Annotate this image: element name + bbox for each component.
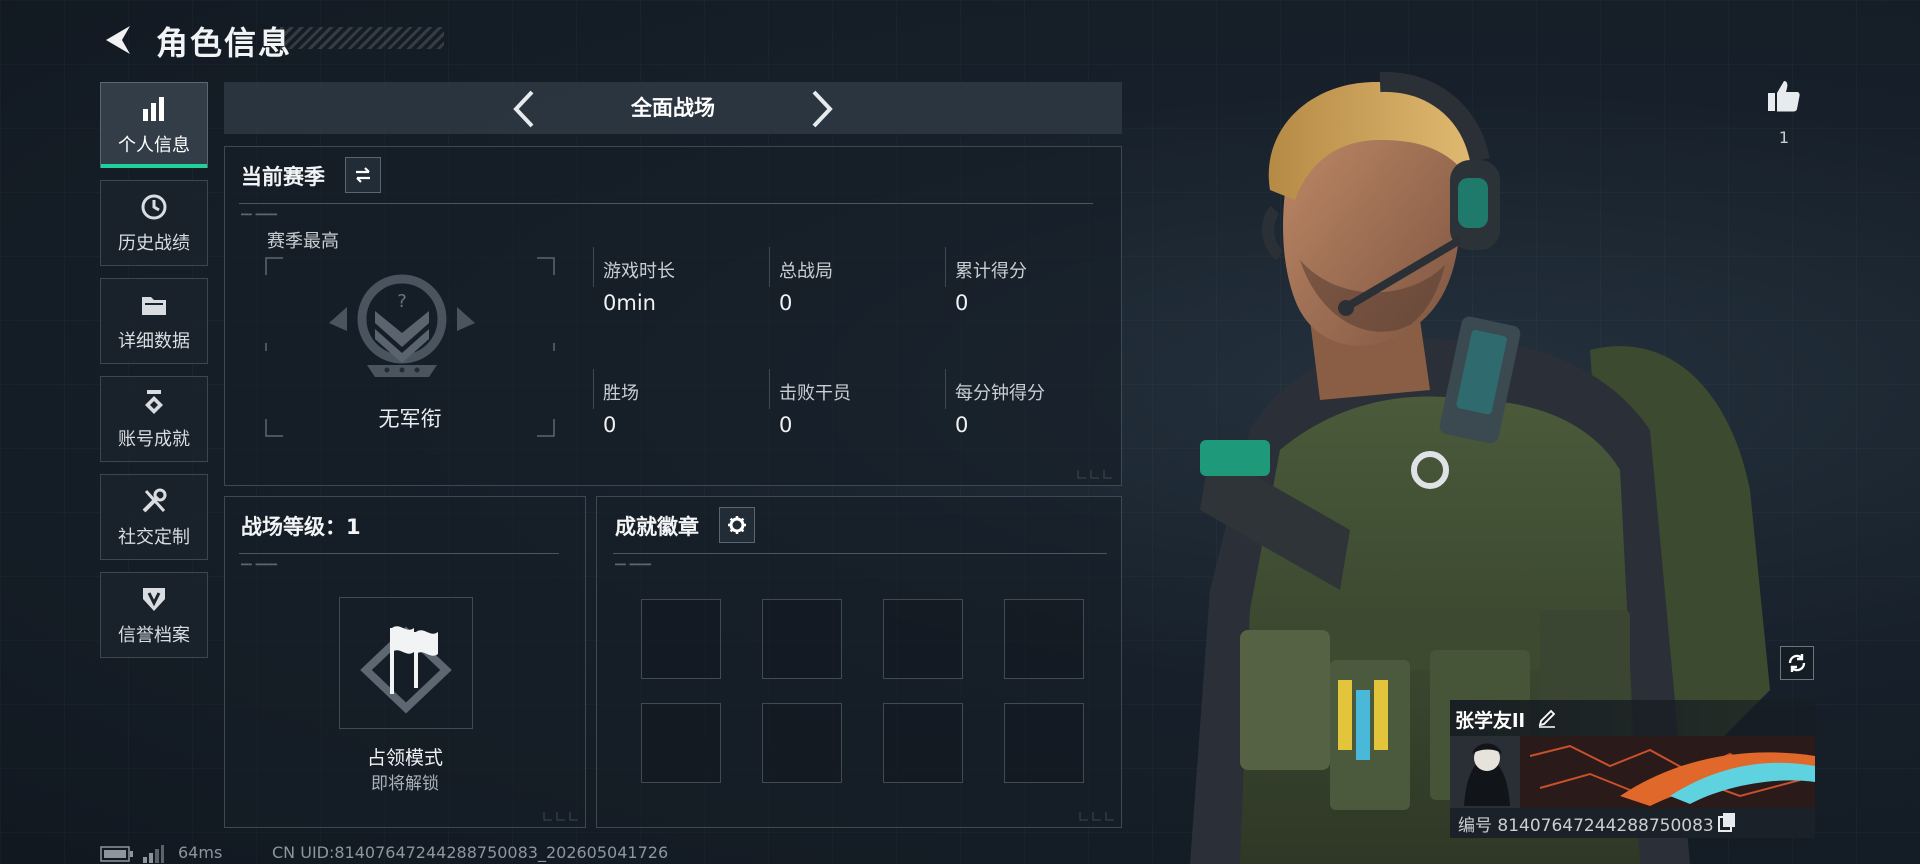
divider: [239, 203, 1093, 204]
badge-slot[interactable]: [762, 599, 842, 679]
sidebar-item-label: 个人信息: [118, 135, 190, 156]
namecard-banner: [1450, 736, 1815, 808]
mode-selector-label: 全面战场: [631, 96, 715, 120]
folder-icon: [142, 297, 166, 315]
stat-value: 0: [603, 413, 617, 437]
bar-chart-icon: [143, 97, 164, 121]
svg-text:?: ?: [397, 291, 407, 312]
badge-slot[interactable]: [1004, 599, 1084, 679]
edit-pencil-icon[interactable]: [1537, 708, 1557, 728]
signal-icon: [143, 845, 164, 863]
refresh-icon: [1788, 654, 1806, 672]
stat-label: 每分钟得分: [955, 383, 1045, 404]
chevron-right-icon[interactable]: [804, 88, 838, 130]
conquest-flag-icon: [360, 626, 452, 714]
badge-slot[interactable]: [1004, 703, 1084, 783]
rotate-view-button[interactable]: [1780, 646, 1814, 680]
sidebar-item-label: 详细数据: [118, 331, 190, 352]
season-title: 当前赛季: [241, 165, 325, 189]
stat-value: 0min: [603, 291, 656, 315]
decor-microtext: ▬▬▬ ▬▬▬▬▬▬: [241, 211, 278, 218]
stat-value: 0: [955, 291, 969, 315]
decor-microtext: ▬▬▬ ▬▬▬▬▬▬: [615, 561, 652, 568]
sidebar-item-detailed-data[interactable]: 详细数据: [100, 278, 208, 364]
stat-divider: [945, 369, 946, 409]
stat-label: 游戏时长: [603, 261, 675, 282]
corner-decoration: [1077, 470, 1112, 479]
badge-slot[interactable]: [883, 703, 963, 783]
stat-divider: [769, 247, 770, 287]
achievement-badges-panel: 成就徽章 ▬▬▬ ▬▬▬▬▬▬: [596, 496, 1122, 828]
rank-emblem-icon: ?: [329, 274, 475, 377]
mode-badge-frame: [339, 597, 473, 729]
stat-value: 0: [779, 291, 793, 315]
stat-value: 0: [779, 413, 793, 437]
badge-slot[interactable]: [762, 703, 842, 783]
sidebar-item-history[interactable]: 历史战绩: [100, 180, 208, 266]
rank-name: 无军衔: [378, 407, 442, 431]
swap-arrows-icon: [356, 167, 370, 183]
player-id: 编号 81407647244288750083: [1458, 816, 1714, 836]
achievement-title: 成就徽章: [615, 515, 699, 539]
sidebar-item-social-customization[interactable]: 社交定制: [100, 474, 208, 560]
achievement-settings-button[interactable]: [719, 507, 755, 543]
battlefield-level-title: 战场等级：1: [241, 515, 361, 539]
mode-name: 占领模式: [366, 747, 443, 769]
achievement-icon: [145, 390, 163, 414]
badge-slot[interactable]: [883, 599, 963, 679]
sidebar-item-label: 社交定制: [118, 527, 190, 548]
season-highest-label: 赛季最高: [267, 231, 339, 252]
decor-microtext: ▬▬▬ ▬▬▬▬▬▬: [241, 561, 278, 568]
stat-divider: [593, 369, 594, 409]
stat-label: 累计得分: [955, 261, 1027, 282]
reputation-badge-icon: [143, 588, 165, 611]
uid-text: CN UID:81407647244288750083_202605041726: [272, 843, 669, 862]
sidebar-item-label: 历史战绩: [118, 233, 190, 254]
ping-value: 64ms: [178, 843, 223, 862]
mode-status: 即将解锁: [371, 774, 439, 794]
battlefield-level-panel: 战场等级：1 ▬▬▬ ▬▬▬▬▬▬ 占领模式 即将解锁: [224, 496, 586, 828]
chevron-left-icon[interactable]: [508, 88, 542, 130]
tools-icon: [142, 488, 167, 513]
stat-divider: [593, 247, 594, 287]
badge-slot[interactable]: [641, 599, 721, 679]
stat-label: 胜场: [603, 383, 639, 404]
battery-icon: [100, 846, 133, 862]
sidebar-item-reputation[interactable]: 信誉档案: [100, 572, 208, 658]
back-arrow-icon[interactable]: [100, 22, 136, 58]
player-name: 张学友ll: [1455, 710, 1526, 732]
like-count: 1: [1778, 128, 1790, 147]
stat-value: 0: [955, 413, 969, 437]
divider: [613, 553, 1107, 554]
history-clock-icon: [141, 194, 167, 220]
page-title: 角色信息: [156, 24, 293, 62]
sidebar-item-account-achievements[interactable]: 账号成就: [100, 376, 208, 462]
thumbs-up-icon[interactable]: [1766, 78, 1802, 114]
gear-icon: [728, 516, 746, 534]
badge-slot[interactable]: [641, 703, 721, 783]
sidebar-item-personal-info[interactable]: 个人信息: [100, 82, 208, 168]
season-panel: 当前赛季 ▬▬▬ ▬▬▬▬▬▬ 赛季最高 ? 无军衔 游戏时长 0min 总战局…: [224, 146, 1122, 486]
sidebar-item-label: 信誉档案: [118, 625, 190, 646]
switch-season-button[interactable]: [345, 157, 381, 193]
stat-divider: [769, 369, 770, 409]
stat-divider: [945, 247, 946, 287]
title-decoration: [280, 27, 444, 49]
corner-decoration: [1079, 812, 1114, 821]
corner-decoration: [543, 812, 578, 821]
divider: [239, 553, 559, 554]
copy-icon[interactable]: [1718, 812, 1736, 832]
stat-label: 击败干员: [779, 383, 851, 404]
stat-label: 总战局: [779, 261, 833, 282]
sidebar-item-label: 账号成就: [118, 429, 190, 450]
